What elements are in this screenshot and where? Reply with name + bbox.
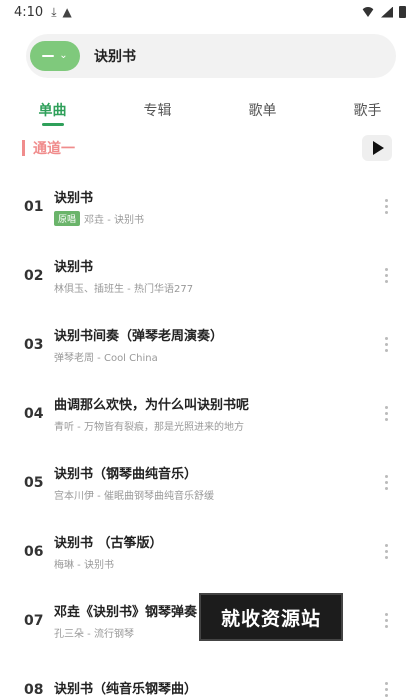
song-artist-album: 弹琴老周 - Cool China	[54, 353, 158, 364]
song-title: 诀别书（纯音乐钢琴曲）	[54, 681, 198, 697]
song-number: 04	[24, 405, 44, 422]
channel-label: 通道一	[33, 141, 75, 157]
song-title: 诀别书	[54, 191, 94, 206]
download-icon: ⤓	[51, 4, 57, 19]
song-number: 01	[24, 198, 44, 215]
more-options-icon[interactable]	[366, 682, 406, 697]
song-number: 06	[24, 543, 44, 560]
song-subtitle: 原唱 邓垚 - 诀别书	[54, 211, 366, 226]
song-row[interactable]: 02 诀别书 林俱玉、插班生 - 热门华语277	[0, 241, 420, 310]
song-title: 诀别书（钢琴曲纯音乐）	[54, 467, 198, 482]
original-badge: 原唱	[54, 211, 81, 226]
song-title: 诀别书间奏（弹琴老周演奏）	[54, 329, 224, 344]
song-row[interactable]: 05 诀别书（钢琴曲纯音乐） 宫本川伊 - 催眠曲钢琴曲纯音乐舒缓	[0, 448, 420, 517]
more-options-icon[interactable]	[366, 613, 406, 628]
song-artist-album: 邓垚 - 诀别书	[84, 215, 144, 226]
song-row[interactable]: 04 曲调那么欢快，为什么叫诀别书呢 青听 - 万物皆有裂痕，那是光照进来的地方	[0, 379, 420, 448]
battery-icon	[399, 6, 406, 18]
source-selector[interactable]: ⌄	[30, 41, 80, 71]
song-artist-album: 青听 - 万物皆有裂痕，那是光照进来的地方	[54, 422, 244, 433]
more-options-icon[interactable]	[366, 268, 406, 283]
song-number: 05	[24, 474, 44, 491]
chevron-down-icon: ⌄	[59, 50, 68, 61]
channel-header: 通道一	[22, 134, 392, 162]
signal-icon	[381, 6, 393, 18]
song-row[interactable]: 01 诀别书 原唱 邓垚 - 诀别书	[0, 172, 420, 241]
tab-single[interactable]: 单曲	[0, 96, 105, 130]
song-number: 07	[24, 612, 44, 629]
watermark-overlay: 就收资源站	[199, 593, 343, 641]
song-artist-album: 宫本川伊 - 催眠曲钢琴曲纯音乐舒缓	[54, 491, 214, 502]
tab-label: 歌单	[248, 103, 277, 119]
more-options-icon[interactable]	[366, 406, 406, 421]
tab-playlist[interactable]: 歌单	[210, 96, 315, 130]
search-bar: ⌄	[26, 34, 396, 78]
song-row[interactable]: 03 诀别书间奏（弹琴老周演奏） 弹琴老周 - Cool China	[0, 310, 420, 379]
song-artist-album: 林俱玉、插班生 - 热门华语277	[54, 284, 194, 295]
more-options-icon[interactable]	[366, 337, 406, 352]
tab-label: 歌手	[353, 103, 382, 119]
song-row[interactable]: 08 诀别书（纯音乐钢琴曲）	[0, 655, 420, 700]
more-options-icon[interactable]	[366, 475, 406, 490]
more-options-icon[interactable]	[366, 199, 406, 214]
song-row[interactable]: 06 诀别书 （古筝版） 梅琳 - 诀别书	[0, 517, 420, 586]
song-number: 03	[24, 336, 44, 353]
song-artist-album: 梅琳 - 诀别书	[54, 560, 114, 571]
search-input[interactable]	[94, 48, 364, 64]
song-number: 08	[24, 681, 44, 698]
song-title: 诀别书 （古筝版）	[54, 536, 163, 551]
tab-bar: 单曲 专辑 歌单 歌手	[0, 96, 420, 130]
wifi-icon	[361, 7, 375, 17]
status-bar: 4:10 ⤓ ▲	[0, 0, 420, 24]
tab-album[interactable]: 专辑	[105, 96, 210, 130]
play-icon	[373, 141, 384, 155]
song-title: 曲调那么欢快，为什么叫诀别书呢	[54, 398, 250, 413]
song-number: 02	[24, 267, 44, 284]
more-options-icon[interactable]	[366, 544, 406, 559]
tab-artist[interactable]: 歌手	[315, 96, 420, 130]
channel-marker	[22, 140, 25, 156]
notification-icon: ▲	[62, 5, 72, 19]
tab-label: 单曲	[38, 103, 67, 119]
tab-label: 专辑	[143, 103, 172, 119]
play-all-button[interactable]	[362, 135, 392, 161]
status-time: 4:10	[14, 4, 44, 20]
song-title: 诀别书	[54, 260, 94, 275]
tab-indicator	[41, 123, 64, 126]
dash-icon	[42, 55, 55, 57]
